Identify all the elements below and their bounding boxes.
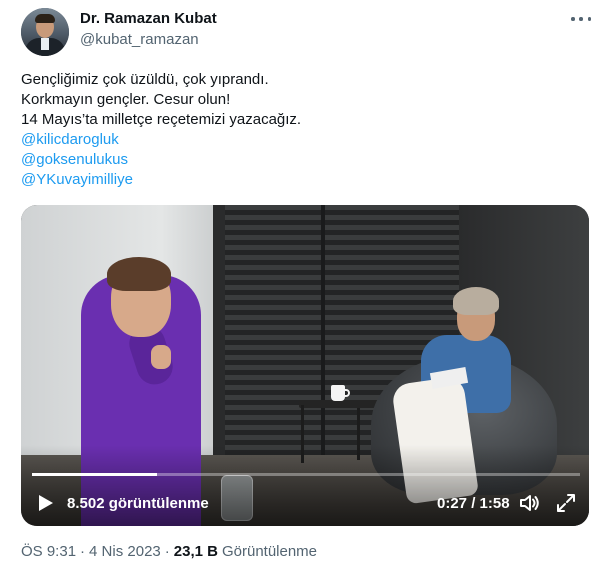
tweet-date[interactable]: 4 Nis 2023 <box>89 543 161 560</box>
tweet-card: Dr. Ramazan Kubat @kubat_ramazan Gençliğ… <box>0 0 601 579</box>
scene-man-hair <box>453 287 499 315</box>
avatar[interactable] <box>21 8 69 56</box>
volume-icon[interactable] <box>519 493 541 513</box>
expand-icon[interactable] <box>556 493 576 513</box>
meta-separator: · <box>80 543 86 560</box>
more-dot <box>587 17 591 21</box>
video-player[interactable]: 8.502 görüntülenme 0:27 / 1:58 <box>21 205 589 526</box>
tweet-line: Gençliğimiz çok üzüldü, çok yıprandı. <box>21 71 269 88</box>
scene-young-man-hair <box>107 257 171 291</box>
tweet-views-label: Görüntülenme <box>221 543 318 560</box>
mention-link[interactable]: @kilicdarogluk <box>21 130 581 150</box>
tweet-line: 14 Mayıs’ta milletçe reçetemizi yazacağı… <box>21 111 302 128</box>
avatar-hair <box>35 14 55 23</box>
tweet-views-count: 23,1 B <box>173 543 218 560</box>
controls-overlay <box>21 445 589 526</box>
tweet-text: Gençliğimiz çok üzüldü, çok yıprandı. Ko… <box>21 70 581 190</box>
tweet-time[interactable]: ÖS 9:31 <box>21 543 76 560</box>
more-dot <box>579 17 583 21</box>
mention-link[interactable]: @YKuvayimilliye <box>21 170 581 190</box>
mention-link[interactable]: @goksenulukus <box>21 150 581 170</box>
scene-young-man-hand <box>151 345 171 369</box>
more-options-icon[interactable] <box>571 12 591 26</box>
video-progress-bar[interactable] <box>32 473 580 476</box>
tweet-metadata: ÖS 9:31 · 4 Nis 2023 · 23,1 B Görüntülenme <box>21 543 317 560</box>
scene-mug <box>331 385 345 401</box>
video-time: 0:27 / 1:58 <box>437 495 510 512</box>
play-icon[interactable] <box>35 493 55 513</box>
more-dot <box>571 17 575 21</box>
author-name[interactable]: Dr. Ramazan Kubat <box>80 10 217 27</box>
video-view-count: 8.502 görüntülenme <box>67 495 209 512</box>
tweet-line: Korkmayın gençler. Cesur olun! <box>21 91 231 108</box>
video-progress-fill <box>32 473 158 476</box>
author-handle[interactable]: @kubat_ramazan <box>80 31 199 48</box>
meta-separator: · <box>164 543 170 560</box>
avatar-shirt <box>41 38 49 50</box>
